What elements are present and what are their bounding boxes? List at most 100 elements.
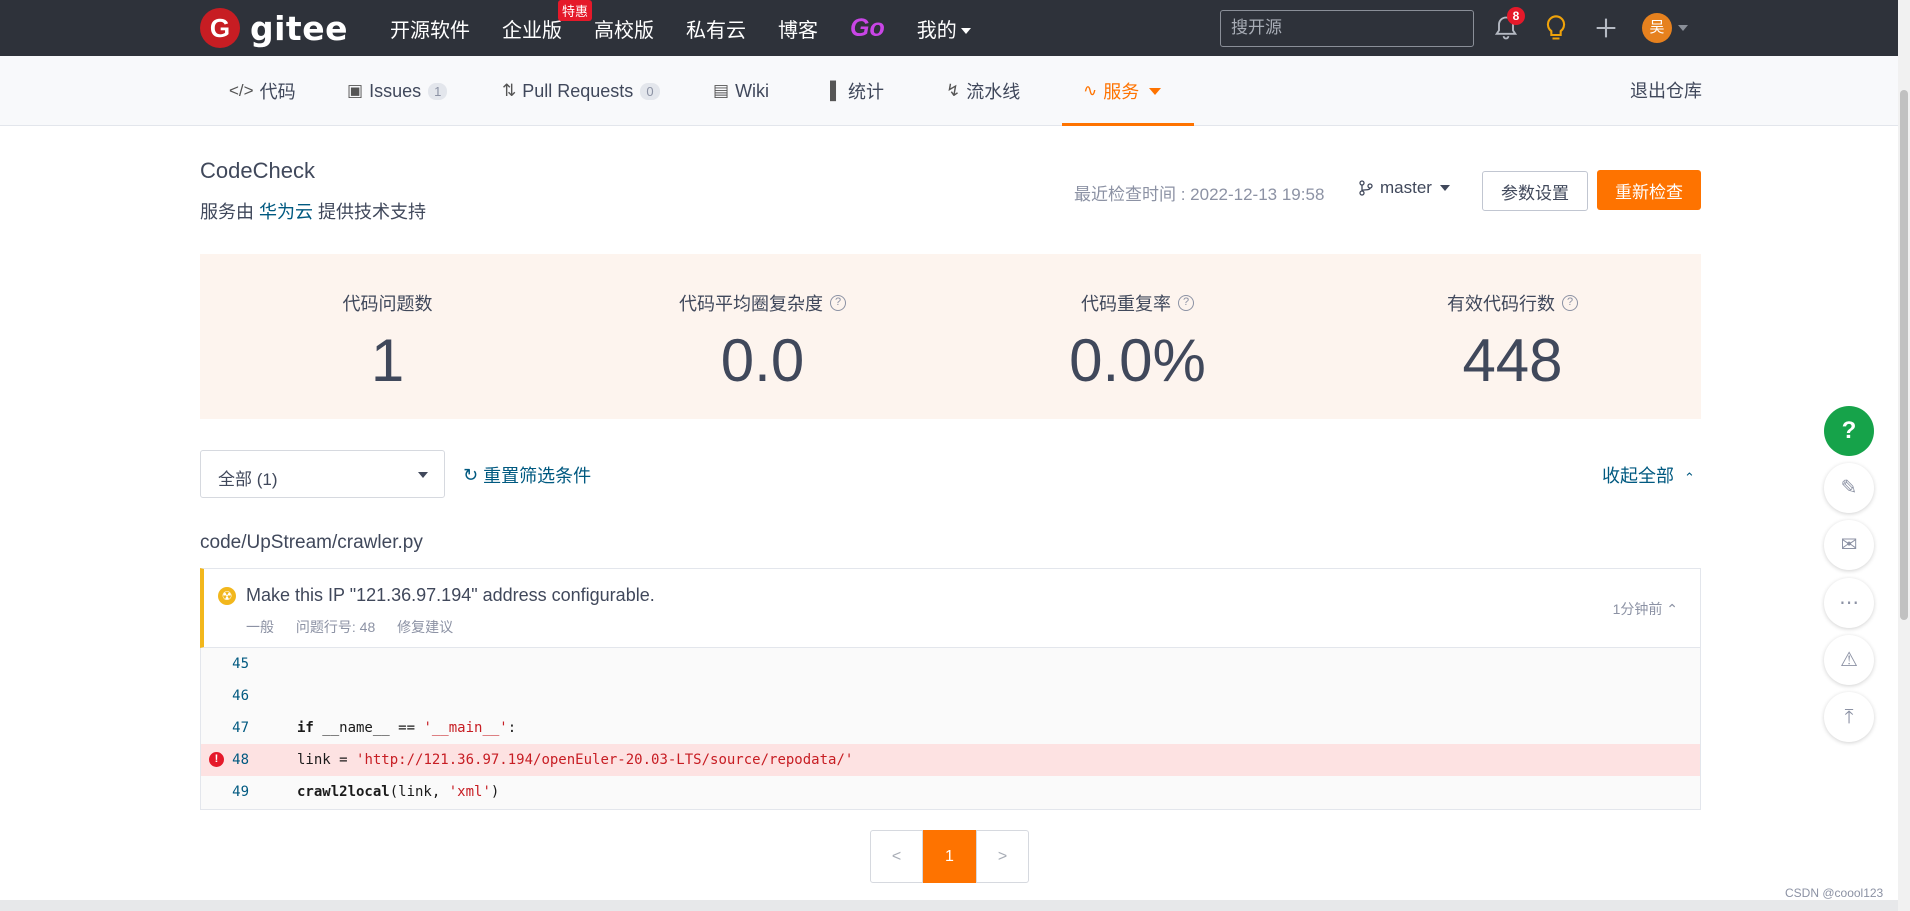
help-icon[interactable]: ?	[1562, 295, 1578, 311]
code-string: '__main__'	[423, 720, 508, 736]
code-plain: (link,	[389, 784, 449, 800]
tab-wiki[interactable]: ▤ Wiki	[713, 56, 769, 126]
chevron-up-icon: ⌃	[1666, 601, 1678, 617]
nav-university[interactable]: 高校版	[594, 14, 654, 43]
stats-panel: 代码问题数 1 代码平均圈复杂度? 0.0 代码重复率? 0.0% 有效代码行数…	[200, 254, 1701, 419]
chevron-down-icon[interactable]	[1678, 25, 1688, 31]
top-navbar: G gitee 开源软件 企业版特惠 高校版 私有云 博客 Go 我的 8 吴	[0, 0, 1898, 56]
avatar[interactable]: 吴	[1642, 13, 1672, 43]
tab-pipeline-label: 流水线	[966, 82, 1021, 102]
fix-suggestion-link[interactable]: 修复建议	[397, 619, 453, 635]
chevron-down-icon	[418, 472, 428, 478]
plus-icon[interactable]	[1592, 14, 1620, 42]
issue-message: Make this IP "121.36.97.194" address con…	[246, 585, 655, 605]
tab-pull-requests-label: Pull Requests	[522, 80, 634, 101]
filter-select-value: 全部 (1)	[218, 470, 278, 489]
line-number: 49	[232, 784, 249, 800]
provider-link[interactable]: 华为云	[259, 202, 313, 222]
code-keyword: crawl2local	[297, 784, 390, 800]
nav-open-source[interactable]: 开源软件	[390, 14, 470, 43]
mail-button[interactable]: ✉	[1824, 520, 1874, 570]
refresh-icon: ↻	[463, 464, 479, 485]
scrollbar-thumb[interactable]	[1900, 90, 1908, 620]
nav-mine[interactable]: 我的	[917, 14, 971, 43]
help-icon[interactable]: ?	[830, 295, 846, 311]
code-line-error: ! 48 link = 'http://121.36.97.194/openEu…	[201, 744, 1700, 776]
code-line: 46	[201, 680, 1700, 712]
tab-stats[interactable]: ▌ 统计	[830, 56, 884, 126]
feedback-edit-button[interactable]: ✎	[1824, 463, 1874, 513]
gitee-logo[interactable]: G gitee	[200, 8, 348, 48]
search-box[interactable]	[1220, 10, 1474, 47]
stat-value: 1	[370, 327, 405, 394]
issue-severity: 一般	[246, 619, 274, 635]
code-text: crawl2local(link, 'xml')	[297, 776, 499, 808]
help-button[interactable]: ?	[1824, 406, 1874, 456]
issues-count: 1	[428, 82, 448, 100]
recheck-button[interactable]: 重新检查	[1597, 170, 1701, 210]
next-page-button[interactable]: >	[976, 830, 1029, 883]
stat-duplication: 代码重复率? 0.0%	[950, 254, 1325, 395]
collapse-all-link[interactable]: 收起全部 ⌃	[1602, 462, 1695, 488]
branch-icon	[1359, 180, 1373, 196]
mail-icon: ✉	[1840, 534, 1858, 556]
stat-label: 代码重复率	[1081, 294, 1171, 314]
gitee-logo-text: gitee	[250, 8, 348, 48]
page-1-button[interactable]: 1	[923, 830, 976, 883]
last-check-time: 最近检查时间 : 2022-12-13 19:58	[1074, 185, 1325, 204]
params-settings-button[interactable]: 参数设置	[1482, 171, 1588, 211]
tab-pull-requests[interactable]: ⇅ Pull Requests 0	[502, 56, 660, 126]
report-button[interactable]: ⚠	[1824, 635, 1874, 685]
code-snippet: 45 46 47 if __name__ == '__main__': ! 48…	[200, 648, 1701, 810]
active-tab-indicator	[1062, 123, 1194, 126]
nav-blog[interactable]: 博客	[778, 14, 818, 43]
comment-button[interactable]: ⋯	[1824, 578, 1874, 628]
stat-value: 448	[1462, 327, 1563, 394]
reset-filters-link[interactable]: ↻ 重置筛选条件	[463, 462, 591, 488]
code-line: 49 crawl2local(link, 'xml')	[201, 776, 1700, 808]
tab-code[interactable]: </> 代码	[229, 56, 296, 126]
chevron-down-icon	[1439, 185, 1450, 191]
back-to-top-button[interactable]: ⤒	[1824, 692, 1874, 742]
stat-issue-count: 代码问题数 1	[200, 254, 575, 395]
warning-icon: ☢	[218, 587, 236, 605]
tab-code-label: 代码	[259, 82, 296, 102]
page-title: CodeCheck	[200, 158, 315, 183]
issue-time[interactable]: 1分钟前 ⌃	[1613, 599, 1678, 619]
issues-icon: ▣	[347, 81, 364, 100]
tab-issues-label: Issues	[369, 80, 422, 101]
help-icon[interactable]: ?	[1178, 295, 1194, 311]
branch-selector[interactable]: master	[1358, 178, 1450, 198]
nav-enterprise-label: 企业版	[502, 19, 562, 42]
gitee-logo-icon: G	[200, 8, 240, 48]
tab-issues[interactable]: ▣ Issues 1	[347, 56, 448, 126]
prev-page-button[interactable]: <	[870, 830, 923, 883]
tab-service[interactable]: ∿ 服务	[1083, 56, 1162, 126]
pull-request-icon: ⇅	[502, 81, 517, 100]
chevron-up-icon: ⌃	[1684, 470, 1695, 485]
stat-label: 代码平均圈复杂度	[679, 294, 823, 314]
branch-name: master	[1380, 178, 1432, 197]
page-scrollbar[interactable]	[1898, 0, 1910, 911]
nav-go[interactable]: Go	[850, 14, 885, 43]
stat-lines-of-code: 有效代码行数? 448	[1325, 254, 1700, 395]
page-subtitle: 服务由 华为云 提供技术支持	[200, 198, 426, 224]
search-input[interactable]	[1231, 18, 1463, 38]
stat-label: 有效代码行数	[1447, 294, 1555, 314]
nav-enterprise[interactable]: 企业版 特惠	[502, 0, 592, 43]
pagination: < 1 >	[870, 830, 1029, 883]
repo-tabs: </> 代码 ▣ Issues 1 ⇅ Pull Requests 0 ▤ Wiki ▌ 统计…	[0, 56, 1898, 126]
taskbar-strip	[0, 900, 1898, 911]
nav-private-cloud[interactable]: 私有云	[686, 14, 746, 43]
reset-filters-label: 重置筛选条件	[483, 466, 592, 486]
lightbulb-icon[interactable]	[1542, 14, 1570, 42]
issue-filter-select[interactable]: 全部 (1)	[200, 450, 445, 498]
promo-badge: 特惠	[557, 0, 592, 21]
chevron-down-icon	[960, 28, 971, 35]
code-plain: __name__ ==	[313, 720, 424, 736]
code-tail: :	[507, 720, 517, 736]
issue-card[interactable]: ☢ Make this IP "121.36.97.194" address c…	[200, 568, 1701, 648]
exit-repo-link[interactable]: 退出仓库	[1630, 56, 1702, 126]
tab-pipeline[interactable]: ↯ 流水线	[946, 56, 1020, 126]
pipeline-icon: ↯	[946, 81, 961, 100]
